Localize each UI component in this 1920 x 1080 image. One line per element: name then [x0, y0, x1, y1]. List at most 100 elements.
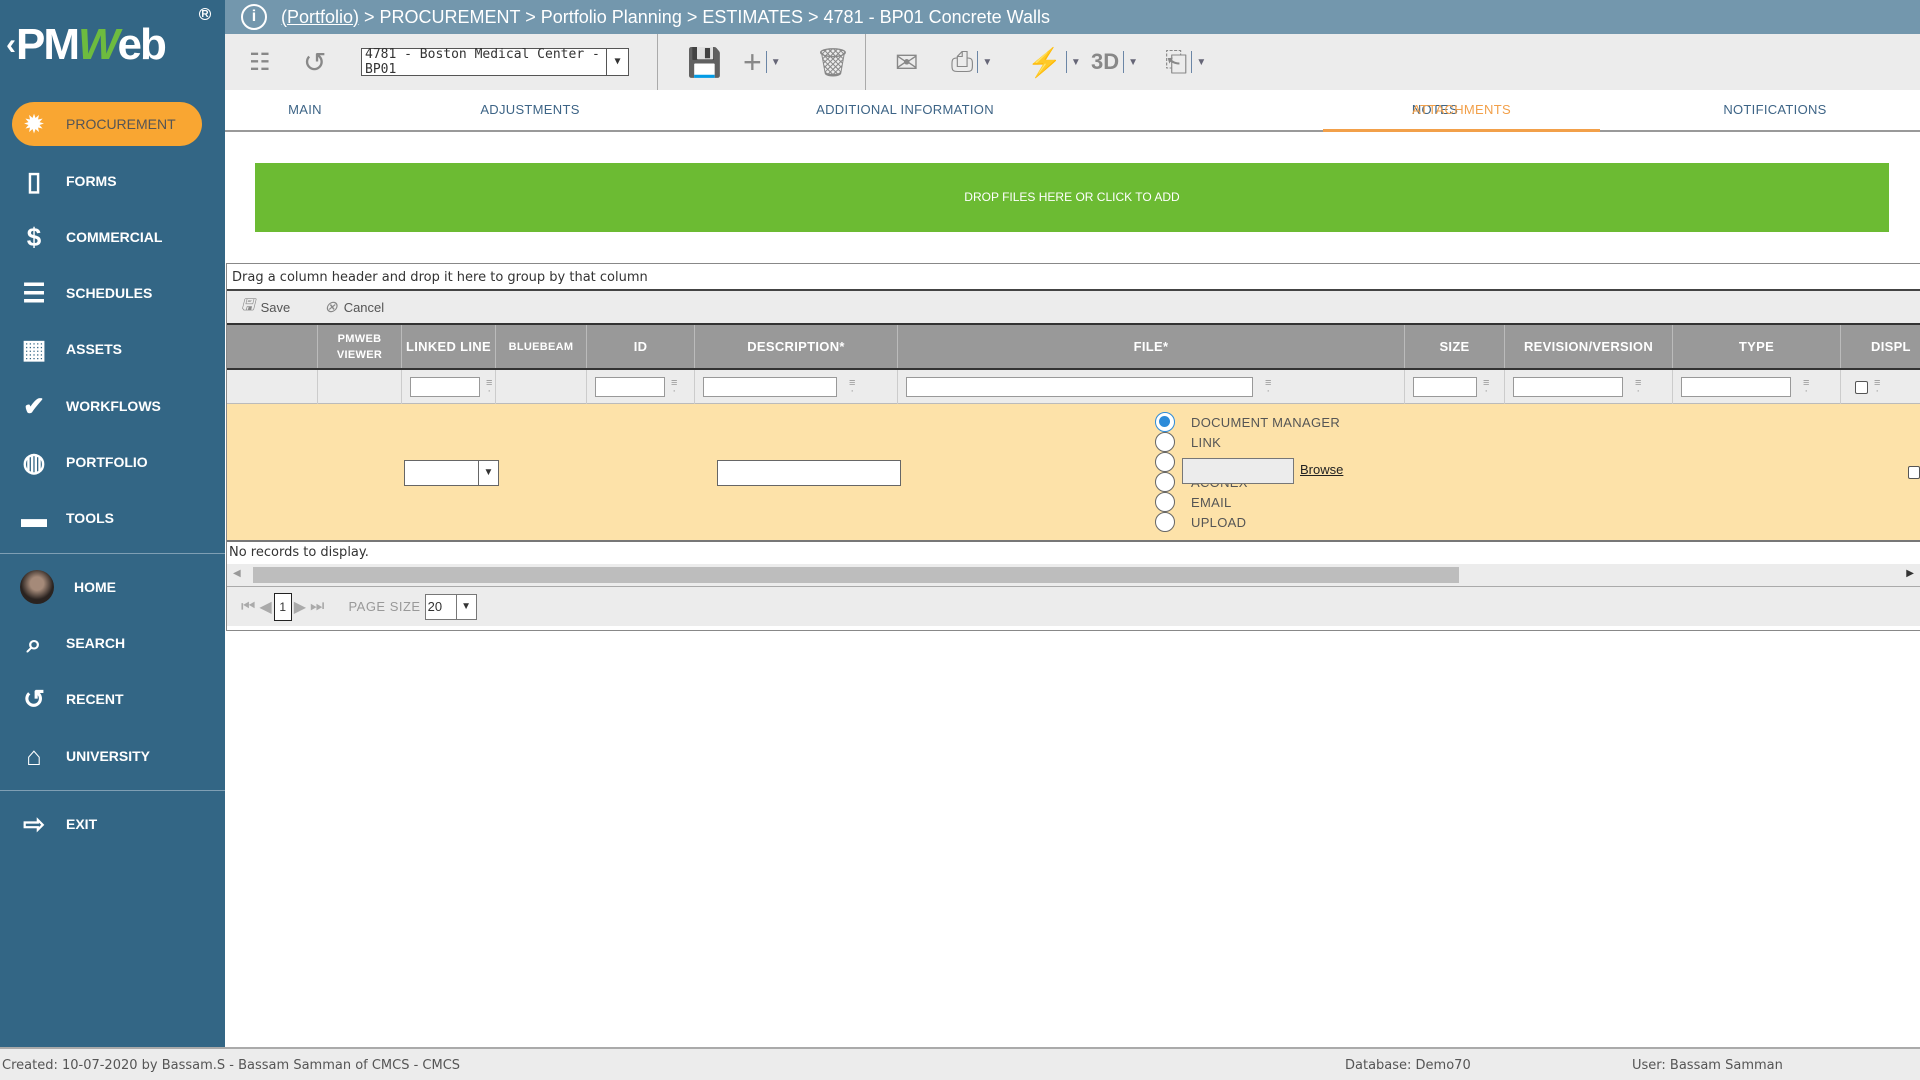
filter-input-description[interactable]: [703, 377, 837, 397]
filter-icon[interactable]: ≡ ·: [1265, 378, 1271, 397]
column-header-file[interactable]: FILE*: [898, 325, 1405, 368]
column-header-revision[interactable]: REVISION/VERSION: [1505, 325, 1673, 368]
chevron-down-icon[interactable]: ▼: [977, 51, 992, 73]
history-icon[interactable]: ↺: [303, 46, 326, 78]
filter-input-size[interactable]: [1413, 377, 1477, 397]
column-header-label: PMWEB VIEWER: [336, 332, 383, 361]
scroll-left-icon[interactable]: ◀: [233, 568, 241, 579]
sidebar-item-workflows[interactable]: ✔ WORKFLOWS: [0, 384, 225, 428]
tab-additional-information[interactable]: ADDITIONAL INFORMATION: [775, 90, 1035, 132]
filter-icon[interactable]: ≡ ·: [1483, 378, 1489, 397]
chevron-down-icon[interactable]: ▼: [1123, 51, 1138, 73]
radio-button[interactable]: [1155, 432, 1175, 452]
column-header-type[interactable]: TYPE: [1673, 325, 1841, 368]
save-icon[interactable]: 💾: [687, 46, 722, 78]
sidebar-item-procurement[interactable]: ✹ PROCUREMENT: [12, 102, 202, 146]
horizontal-scrollbar[interactable]: ◀ ▶: [227, 564, 1920, 586]
radio-document-manager[interactable]: DOCUMENT MANAGER: [1155, 412, 1340, 432]
last-page-icon[interactable]: ⏭: [310, 598, 324, 616]
chevron-down-icon[interactable]: ▼: [606, 49, 628, 75]
chevron-down-icon[interactable]: ▼: [455, 594, 476, 619]
column-header-id[interactable]: ID: [587, 325, 695, 368]
filter-icon[interactable]: ≡ ·: [1803, 378, 1809, 397]
radio-button[interactable]: [1155, 512, 1175, 532]
linked-line-select[interactable]: ▼: [404, 460, 499, 486]
tab-adjustments[interactable]: ADJUSTMENTS: [450, 90, 610, 132]
filter-icon[interactable]: ≡ ·: [486, 378, 492, 397]
add-icon[interactable]: + ▼: [743, 44, 781, 80]
radio-button-selected[interactable]: [1155, 412, 1175, 432]
description-input[interactable]: [717, 460, 901, 486]
column-header-pmweb-viewer[interactable]: PMWEB VIEWER: [318, 325, 402, 368]
column-header-description[interactable]: DESCRIPTION*: [695, 325, 898, 368]
chevron-down-icon[interactable]: ▼: [765, 51, 781, 73]
chevron-down-icon[interactable]: ▼: [1191, 51, 1206, 73]
sidebar-item-home[interactable]: HOME: [0, 565, 225, 609]
filter-input-type[interactable]: [1681, 377, 1791, 397]
info-icon[interactable]: i: [241, 4, 267, 30]
grid-save-button[interactable]: 🖫 Save: [241, 294, 290, 321]
radio-email[interactable]: EMAIL: [1155, 492, 1232, 512]
sidebar-item-commercial[interactable]: $ COMMERCIAL: [0, 215, 225, 259]
sidebar-item-schedules[interactable]: ☰ SCHEDULES: [0, 271, 225, 315]
lightning-icon[interactable]: ⚡ ▼: [1027, 46, 1081, 78]
3d-viewer-icon[interactable]: 3D ▼: [1091, 46, 1138, 78]
grid-cancel-button[interactable]: ⊗ Cancel: [324, 297, 384, 317]
file-path-input[interactable]: [1182, 458, 1294, 484]
display-checkbox[interactable]: [1908, 466, 1920, 479]
radio-button[interactable]: [1155, 492, 1175, 512]
pmweb-logo[interactable]: ‹ PM Web R: [0, 0, 225, 90]
filter-icon[interactable]: ≡ ·: [1874, 378, 1880, 397]
column-header-linked-line[interactable]: LINKED LINE: [402, 325, 496, 368]
filter-icon[interactable]: ≡ ·: [671, 378, 677, 397]
sidebar-item-assets[interactable]: ▦ ASSETS: [0, 327, 225, 371]
sidebar-item-search[interactable]: ⌕ SEARCH: [0, 621, 225, 665]
filter-icon[interactable]: ≡ ·: [1635, 378, 1641, 397]
browse-link[interactable]: Browse: [1300, 462, 1343, 477]
filter-icon[interactable]: ≡ ·: [849, 378, 855, 397]
current-page[interactable]: 1: [273, 592, 292, 621]
radio-link[interactable]: LINK: [1155, 432, 1221, 452]
file-dropzone[interactable]: DROP FILES HERE OR CLICK TO ADD: [255, 163, 1889, 232]
radio-button[interactable]: [1155, 472, 1175, 492]
tab-main[interactable]: MAIN: [255, 90, 355, 132]
radio-upload[interactable]: UPLOAD: [1155, 512, 1246, 532]
filter-cell-revision: ≡ ·: [1505, 370, 1673, 404]
group-by-area[interactable]: Drag a column header and drop it here to…: [227, 264, 1920, 291]
prev-page-icon[interactable]: ◀: [259, 597, 271, 617]
tab-attachments[interactable]: ATTACHMENTS: [1323, 90, 1600, 132]
next-page-icon[interactable]: ▶: [294, 597, 306, 617]
email-icon[interactable]: ✉: [895, 46, 918, 78]
sidebar-item-portfolio[interactable]: ◍ PORTFOLIO: [0, 440, 225, 484]
filter-input-linked-line[interactable]: [410, 377, 480, 397]
scrollbar-thumb[interactable]: [253, 567, 1459, 583]
sidebar-item-exit[interactable]: ⇨ EXIT: [0, 802, 225, 846]
breadcrumb-portfolio-link[interactable]: (Portfolio): [281, 7, 359, 28]
tab-notifications[interactable]: NOTIFICATIONS: [1685, 90, 1865, 132]
radio-button[interactable]: [1155, 452, 1175, 472]
filter-input-id[interactable]: [595, 377, 665, 397]
filter-checkbox-display[interactable]: [1855, 380, 1868, 394]
history-icon: ↺: [23, 684, 45, 714]
project-select[interactable]: 4781 - Boston Medical Center - BP01 ▼: [361, 47, 629, 77]
page-size-select[interactable]: 20 ▼: [424, 593, 477, 620]
sidebar-item-forms[interactable]: ▯ FORMS: [0, 159, 225, 203]
scroll-right-icon[interactable]: ▶: [1906, 568, 1914, 579]
column-header-display[interactable]: DISPL: [1841, 325, 1920, 368]
back-chevron-icon[interactable]: ‹: [6, 28, 16, 62]
print-icon[interactable]: ⎙ ▼: [951, 46, 992, 78]
filter-input-file[interactable]: [906, 377, 1253, 397]
first-page-icon[interactable]: ⏮: [241, 598, 255, 616]
sidebar-item-label: TOOLS: [66, 510, 114, 526]
filter-input-revision[interactable]: [1513, 377, 1623, 397]
chevron-down-icon[interactable]: ▼: [478, 461, 498, 485]
sidebar-item-recent[interactable]: ↺ RECENT: [0, 677, 225, 721]
import-icon[interactable]: ⎗ ▼: [1165, 46, 1206, 78]
column-header-size[interactable]: SIZE: [1405, 325, 1505, 368]
chevron-down-icon[interactable]: ▼: [1065, 51, 1081, 73]
column-header-bluebeam[interactable]: BLUEBEAM: [496, 325, 587, 368]
sidebar-item-tools[interactable]: ▬ TOOLS: [0, 496, 225, 540]
delete-icon[interactable]: 🗑: [815, 46, 851, 78]
sidebar-item-university[interactable]: ⌂ UNIVERSITY: [0, 734, 225, 778]
numbered-list-icon[interactable]: ☷: [249, 46, 271, 78]
